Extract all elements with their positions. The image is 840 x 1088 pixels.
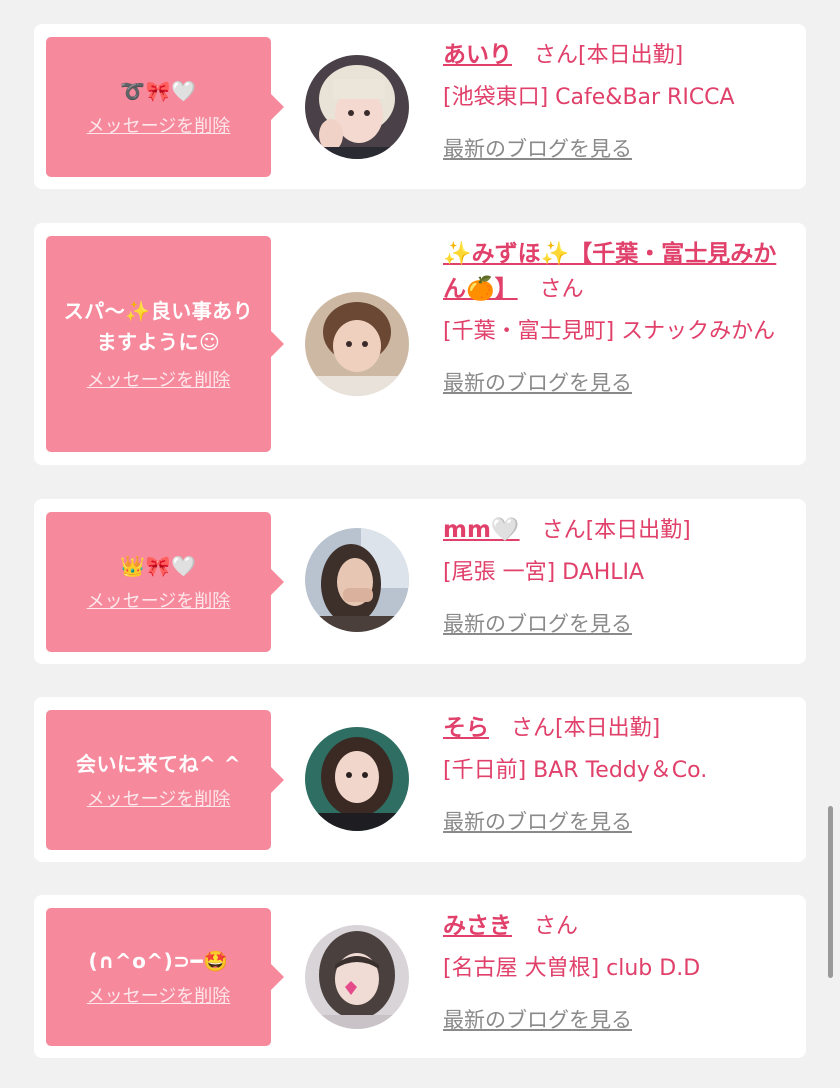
cast-name-link[interactable]: mm🤍 — [443, 517, 520, 543]
cast-name-link[interactable]: あいり — [443, 42, 512, 68]
honorific: さん — [511, 716, 556, 741]
cast-card: スパ〜✨良い事ありますように☺︎ メッセージを削除 ✨みずほ✨【千葉・富士見みか… — [34, 223, 806, 465]
honorific: さん — [541, 518, 586, 543]
cast-message: ➰🎀🤍 — [120, 78, 197, 103]
cast-info: みさき さん [名古屋 大曽根] club D.D 最新のブログを見る — [443, 909, 793, 1034]
cast-message: 👑🎀🤍 — [120, 553, 197, 578]
latest-blog-link[interactable]: 最新のブログを見る — [443, 367, 632, 397]
delete-message-link[interactable]: メッセージを削除 — [87, 985, 231, 1009]
status-label: [本日出勤] — [585, 518, 691, 543]
latest-blog-link[interactable]: 最新のブログを見る — [443, 1004, 632, 1034]
avatar[interactable] — [305, 528, 409, 632]
cast-name-link[interactable]: みさき — [443, 913, 512, 939]
delete-message-link[interactable]: メッセージを削除 — [87, 115, 231, 139]
delete-message-link[interactable]: メッセージを削除 — [87, 590, 231, 614]
cast-info: あいり さん[本日出勤] [池袋東口] Cafe&Bar RICCA 最新のブログ… — [443, 38, 793, 163]
scrollbar[interactable] — [828, 806, 833, 978]
cast-message: (∩^o^)⊃━🤩 — [88, 948, 229, 973]
cast-name-link[interactable]: そら — [443, 715, 489, 741]
shop-label: [千葉・富士見町] スナックみかん — [443, 319, 776, 344]
message-bubble: ➰🎀🤍 メッセージを削除 — [46, 37, 284, 177]
latest-blog-link[interactable]: 最新のブログを見る — [443, 608, 632, 638]
cast-message: スパ〜✨良い事ありますように☺︎ — [63, 298, 254, 354]
shop-label: [尾張 一宮] DAHLIA — [443, 560, 645, 585]
message-bubble: 会いに来てね^ ^ メッセージを削除 — [46, 710, 284, 850]
avatar[interactable] — [305, 292, 409, 396]
status-label: [本日出勤] — [555, 716, 661, 741]
cast-card: 会いに来てね^ ^ メッセージを削除 そら さん[本日出勤] [千日前] BAR … — [34, 697, 806, 862]
cast-message: 会いに来てね^ ^ — [76, 751, 241, 776]
cast-card: (∩^o^)⊃━🤩 メッセージを削除 みさき さん [名古屋 大曽根] club … — [34, 895, 806, 1058]
honorific: さん — [534, 914, 579, 939]
avatar[interactable] — [305, 727, 409, 831]
cast-card: 👑🎀🤍 メッセージを削除 mm🤍 さん[本日出勤] [尾張 一宮] DAHLIA … — [34, 499, 806, 664]
status-label: [本日出勤] — [578, 43, 684, 68]
cast-info: ✨みずほ✨【千葉・富士見みかん🍊】 さん [千葉・富士見町] スナックみかん 最新… — [443, 237, 793, 397]
message-bubble: 👑🎀🤍 メッセージを削除 — [46, 512, 284, 652]
cast-info: mm🤍 さん[本日出勤] [尾張 一宮] DAHLIA 最新のブログを見る — [443, 513, 793, 638]
delete-message-link[interactable]: メッセージを削除 — [87, 369, 231, 393]
avatar[interactable] — [305, 55, 409, 159]
shop-label: [池袋東口] Cafe&Bar RICCA — [443, 85, 735, 110]
message-bubble: スパ〜✨良い事ありますように☺︎ メッセージを削除 — [46, 236, 284, 452]
shop-label: [千日前] BAR Teddy＆Co. — [443, 758, 708, 783]
cast-name-link[interactable]: ✨みずほ✨【千葉・富士見みかん🍊】 — [443, 241, 776, 302]
delete-message-link[interactable]: メッセージを削除 — [87, 788, 231, 812]
latest-blog-link[interactable]: 最新のブログを見る — [443, 806, 632, 836]
shop-label: [名古屋 大曽根] club D.D — [443, 956, 701, 981]
latest-blog-link[interactable]: 最新のブログを見る — [443, 133, 632, 163]
message-bubble: (∩^o^)⊃━🤩 メッセージを削除 — [46, 908, 284, 1046]
avatar[interactable] — [305, 925, 409, 1029]
honorific: さん — [534, 43, 579, 68]
cast-card: ➰🎀🤍 メッセージを削除 あいり さん[本日出勤] [池袋東口] Cafe&Bar… — [34, 24, 806, 189]
cast-info: そら さん[本日出勤] [千日前] BAR Teddy＆Co. 最新のブログを見る — [443, 711, 793, 836]
honorific: さん — [539, 277, 584, 302]
